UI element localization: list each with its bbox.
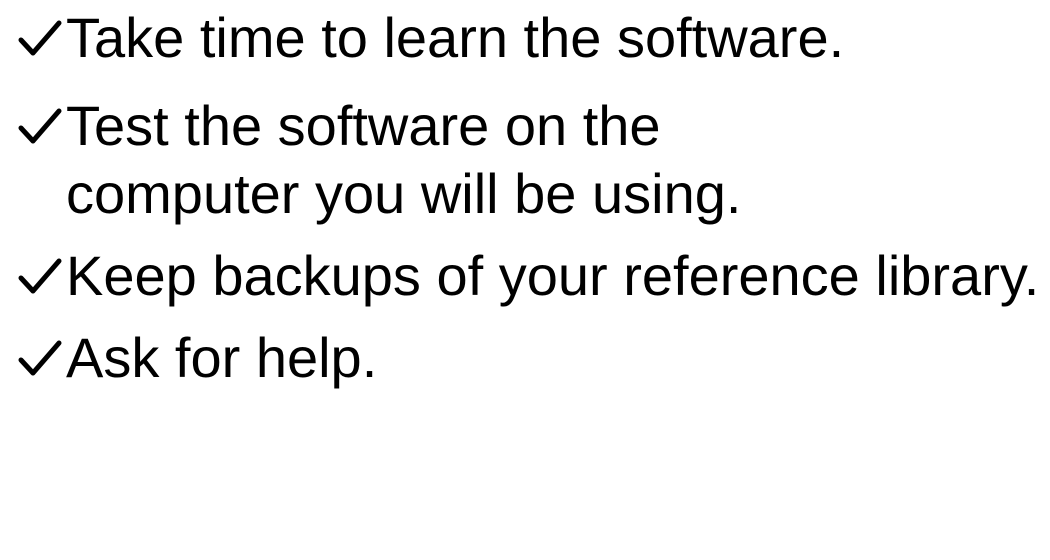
checkmark-icon: [18, 20, 62, 56]
checklist: Take time to learn the software. Test th…: [18, 4, 1048, 412]
checkmark-icon: [18, 340, 62, 376]
checklist-item-text: Test the software on the computer you wi…: [66, 94, 742, 225]
checklist-item: Test the software on the computer you wi…: [18, 92, 826, 228]
checkmark-icon: [18, 258, 62, 294]
checklist-item-text: Take time to learn the software.: [66, 6, 845, 69]
checklist-item-text: Keep backups of your reference library.: [66, 244, 1040, 307]
slide: Take time to learn the software. Test th…: [0, 0, 1050, 560]
checklist-item-text: Ask for help.: [66, 326, 378, 389]
checklist-item: Ask for help.: [18, 324, 1048, 392]
checkmark-icon: [18, 108, 62, 144]
checklist-item: Keep backups of your reference library.: [18, 242, 1050, 310]
checklist-item: Take time to learn the software.: [18, 4, 1048, 72]
